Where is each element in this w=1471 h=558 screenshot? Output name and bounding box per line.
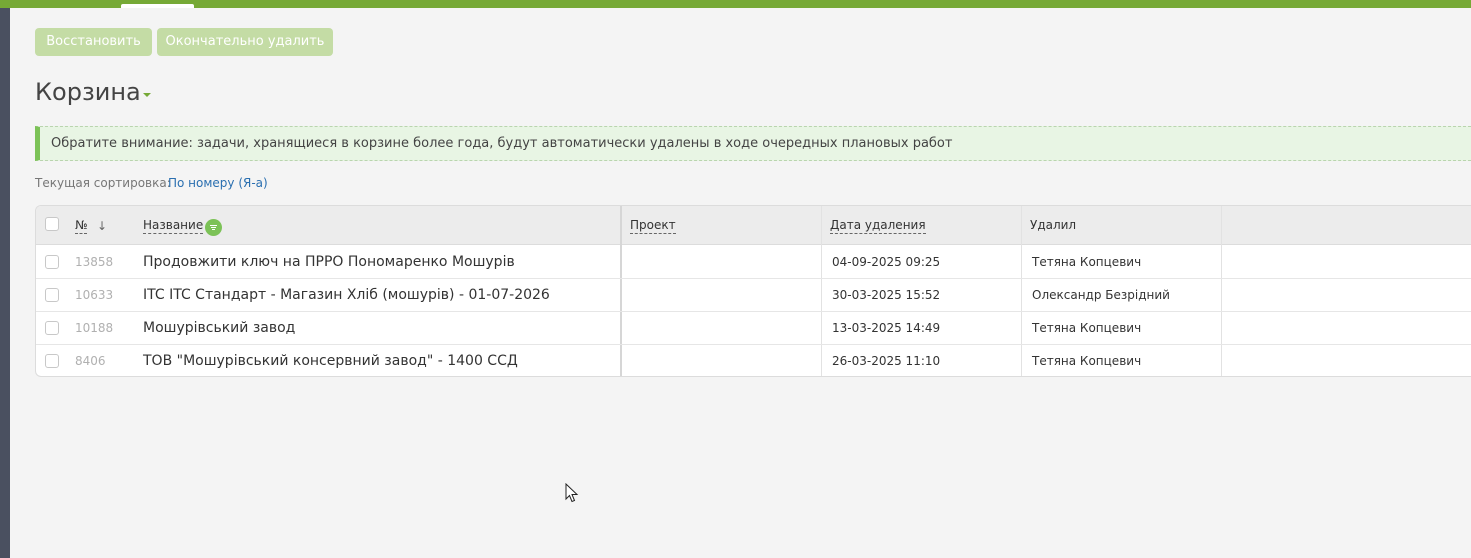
table-header: № ↓ Название Проект Дата удаления Удалил (36, 206, 1471, 245)
table-row[interactable]: 10633 ITC ITC Стандарт - Магазин Хліб (м… (36, 279, 1471, 312)
column-header-name[interactable]: Название (143, 206, 204, 245)
mouse-pointer-icon (565, 483, 579, 503)
sort-selector-link[interactable]: По номеру (Я-а) (168, 176, 268, 190)
left-sidebar-edge (0, 0, 10, 558)
filter-icon[interactable] (205, 219, 222, 236)
task-name-link[interactable]: Продовжити ключ на ПРРО Пономаренко Мошу… (143, 246, 515, 279)
task-number: 10188 (75, 321, 114, 335)
task-name-link[interactable]: ТОВ "Мошурівський консервний завод" - 14… (143, 345, 518, 376)
select-all-checkbox[interactable] (45, 217, 59, 231)
caret-down-icon[interactable] (143, 93, 151, 97)
column-header-project[interactable]: Проект (630, 206, 676, 245)
table-row[interactable]: 10188 Мошурівський завод 13-03-2025 14:4… (36, 312, 1471, 345)
deleted-by-user: Тетяна Копцевич (1032, 354, 1142, 368)
task-number: 10633 (75, 288, 114, 302)
deleted-by-user: Олександр Безрідний (1032, 288, 1170, 302)
row-checkbox[interactable] (45, 288, 59, 302)
arrow-down-icon[interactable]: ↓ (97, 219, 107, 233)
deleted-date: 04-09-2025 09:25 (832, 255, 941, 269)
trash-table: № ↓ Название Проект Дата удаления Удалил… (35, 205, 1471, 377)
column-header-deleted-by: Удалил (1030, 218, 1077, 232)
task-name-link[interactable]: ITC ITC Стандарт - Магазин Хліб (мошурів… (143, 279, 550, 312)
table-row[interactable]: 13858 Продовжити ключ на ПРРО Пономаренк… (36, 246, 1471, 279)
row-checkbox[interactable] (45, 255, 59, 269)
sort-label: Текущая сортировка: (35, 176, 171, 190)
deleted-date: 26-03-2025 11:10 (832, 354, 941, 368)
column-header-deleted-date[interactable]: Дата удаления (830, 206, 926, 245)
page-title: Корзина (35, 78, 141, 106)
task-number: 13858 (75, 255, 114, 269)
table-row[interactable]: 8406 ТОВ "Мошурівський консервний завод"… (36, 345, 1471, 376)
notice-banner: Обратите внимание: задачи, хранящиеся в … (35, 126, 1471, 161)
active-tab-indicator (121, 4, 194, 8)
column-header-number[interactable]: № (75, 206, 88, 245)
deleted-by-user: Тетяна Копцевич (1032, 255, 1142, 269)
task-number: 8406 (75, 354, 106, 368)
top-navigation-bar (0, 0, 1471, 8)
deleted-date: 13-03-2025 14:49 (832, 321, 941, 335)
row-checkbox[interactable] (45, 354, 59, 368)
delete-permanently-button[interactable]: Окончательно удалить (157, 28, 333, 56)
row-checkbox[interactable] (45, 321, 59, 335)
deleted-date: 30-03-2025 15:52 (832, 288, 941, 302)
task-name-link[interactable]: Мошурівський завод (143, 312, 295, 345)
deleted-by-user: Тетяна Копцевич (1032, 321, 1142, 335)
restore-button[interactable]: Восстановить (35, 28, 152, 56)
